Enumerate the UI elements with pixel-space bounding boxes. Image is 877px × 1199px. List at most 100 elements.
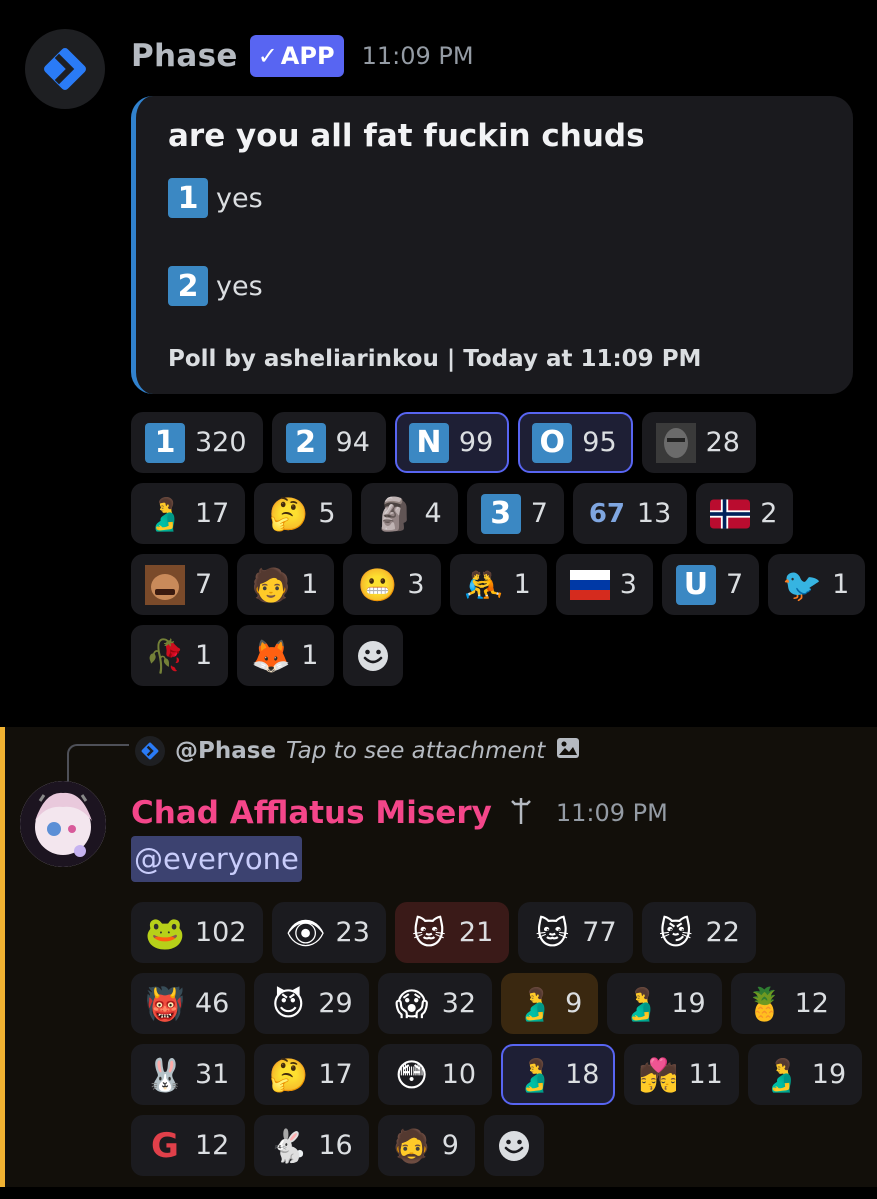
message-chad[interactable]: @Phase Tap to see attachment Chad Afflat… <box>0 727 877 1187</box>
reaction-row: 🥀 1 🦊 1 <box>131 625 831 686</box>
reaction-glowing-eyes-custom[interactable]: 😈 29 <box>254 973 369 1034</box>
reaction-count: 94 <box>335 427 370 458</box>
pregnant-man-emoji-3-icon: 🫃 <box>761 1055 802 1094</box>
smile-add-icon <box>498 1130 529 1161</box>
reaction-count: 19 <box>811 1059 847 1090</box>
everyone-mention[interactable]: @everyone <box>131 836 302 882</box>
add-reaction-button[interactable] <box>483 1115 544 1176</box>
reaction-count: 22 <box>705 917 740 948</box>
reaction-cat-custom[interactable]: 😼 22 <box>641 902 756 963</box>
reaction-russia-flag-emoji[interactable]: 3 <box>555 554 653 615</box>
eye-emoji-icon: 👁 <box>285 913 326 952</box>
reaction-kiss-emoji[interactable]: 💏 11 <box>624 1044 739 1105</box>
reaction-moai-emoji[interactable]: 🗿 4 <box>360 483 458 544</box>
reaction-count: 9 <box>441 1130 459 1161</box>
phase-logo-icon <box>135 736 165 766</box>
reaction-mario-custom[interactable]: 🧑 1 <box>237 554 335 615</box>
reaction-bar: 🐸 102 👁 23 🐱 21 🐱 77 😼 22 👹 46 😈 29 😱 32 🫃 9 🫃 19 🍍 12 🐰 31 🤔 17 😳… <box>131 902 863 1186</box>
bird-custom-icon: 🐦 <box>782 565 823 604</box>
reaction-keycap-1[interactable]: 1 320 <box>131 412 263 473</box>
reaction-rabbit-custom[interactable]: 🐇 16 <box>254 1115 369 1176</box>
reaction-face-photo-custom[interactable]: 28 <box>641 412 756 473</box>
thinking-face-emoji-icon: 🤔 <box>268 494 309 533</box>
reaction-googly-face-custom[interactable]: 😳 10 <box>377 1044 493 1105</box>
letter-o-icon: O <box>532 422 573 463</box>
reaction-sixty-seven-custom[interactable]: 67 13 <box>572 483 688 544</box>
reaction-bird-custom[interactable]: 🐦 1 <box>768 554 866 615</box>
reaction-cat-notification-custom-2[interactable]: 🐱 77 <box>518 902 633 963</box>
reaction-norway-flag-emoji[interactable]: 2 <box>696 483 794 544</box>
chad-avatar[interactable] <box>20 781 106 867</box>
username[interactable]: Phase <box>131 38 238 74</box>
stewie-custom-icon: 😬 <box>357 565 398 604</box>
reaction-count: 21 <box>458 917 494 948</box>
reaction-count: 102 <box>195 917 247 948</box>
reaction-pregnant-man-emoji[interactable]: 🫃 9 <box>501 973 599 1034</box>
message-phase[interactable]: Phase ✓ APP 11:09 PM are you all fat fuc… <box>0 0 877 727</box>
username[interactable]: Chad Afflatus Misery <box>131 795 492 831</box>
reaction-thinking-face-emoji[interactable]: 🤔 17 <box>254 1044 369 1105</box>
reaction-sleeping-pregnant-custom[interactable]: 🫃 18 <box>501 1044 616 1105</box>
reaction-letter-n[interactable]: N 99 <box>394 412 510 473</box>
reaction-g-logo-custom[interactable]: G 12 <box>131 1115 246 1176</box>
reply-username: @Phase <box>175 738 277 764</box>
add-reaction-button[interactable] <box>343 625 404 686</box>
reaction-pineapple-emoji[interactable]: 🍍 12 <box>730 973 845 1034</box>
reaction-stewie-custom[interactable]: 😬 3 <box>343 554 441 615</box>
reaction-count: 23 <box>335 917 370 948</box>
pepe-custom-icon: 🐸 <box>145 913 185 952</box>
letter-n-icon: N <box>408 422 449 463</box>
reaction-eye-emoji[interactable]: 👁 23 <box>271 902 386 963</box>
reaction-bald-man-custom[interactable]: 🧔 9 <box>377 1115 475 1176</box>
phase-avatar[interactable] <box>25 29 105 109</box>
reaction-anime-girl-custom[interactable]: 🦊 1 <box>237 625 335 686</box>
reaction-count: 28 <box>705 427 740 458</box>
reaction-letter-o[interactable]: O 95 <box>518 412 633 473</box>
reaction-screaming-custom[interactable]: 😱 32 <box>377 973 493 1034</box>
keycap-1-icon: 1 <box>168 178 208 218</box>
reaction-letter-u[interactable]: U7 <box>661 554 760 615</box>
reaction-pregnant-man-emoji[interactable]: 🫃 17 <box>131 483 246 544</box>
timestamp: 11:09 PM <box>361 42 474 70</box>
reaction-pregnant-man-emoji-2[interactable]: 🫃 19 <box>607 973 722 1034</box>
reaction-row: 7 🧑 1 😬 3 🤼 1 3 U 7 🐦 1 <box>131 554 866 615</box>
reaction-wrestlers-emoji[interactable]: 🤼 1 <box>449 554 547 615</box>
timestamp: 11:09 PM <box>555 799 668 827</box>
reaction-count: 13 <box>636 498 672 529</box>
reaction-man-face-custom[interactable]: 7 <box>131 554 229 615</box>
poll-option: 2 yes <box>168 266 263 306</box>
reaction-keycap-2[interactable]: 2 94 <box>271 412 386 473</box>
reaction-red-eyes-custom[interactable]: 👹 46 <box>131 973 246 1034</box>
man-face-custom-icon <box>145 564 185 605</box>
reaction-count: 7 <box>530 498 548 529</box>
phase-logo-icon <box>44 48 86 90</box>
reaction-thinking-face-emoji[interactable]: 🤔 5 <box>254 483 352 544</box>
reaction-keycap-3[interactable]: 37 <box>466 483 564 544</box>
reaction-pepe-custom[interactable]: 🐸 102 <box>131 902 263 963</box>
pregnant-man-emoji-icon: 🫃 <box>145 494 185 533</box>
reaction-count: 17 <box>318 1059 353 1090</box>
thinking-face-emoji-icon: 🤔 <box>268 1055 309 1094</box>
reaction-count: 12 <box>794 988 829 1019</box>
reaction-count: 12 <box>195 1130 230 1161</box>
g-logo-custom-icon: G <box>151 1125 179 1166</box>
bald-man-custom-icon: 🧔 <box>391 1126 432 1165</box>
reaction-cat-notification-custom[interactable]: 🐱 21 <box>394 902 510 963</box>
dagger-icon <box>506 796 536 830</box>
check-icon: ✓ <box>257 42 278 70</box>
reaction-count: 18 <box>565 1059 600 1090</box>
reaction-bunny-notification-custom[interactable]: 🐰 31 <box>131 1044 246 1105</box>
norway-flag-emoji-icon <box>710 494 751 534</box>
keycap-1-icon: 1 <box>145 422 185 463</box>
message-header: Phase ✓ APP 11:09 PM <box>131 34 474 78</box>
reaction-count: 11 <box>688 1059 723 1090</box>
googly-face-custom-icon: 😳 <box>395 1055 429 1094</box>
reply-preview[interactable]: @Phase Tap to see attachment <box>135 733 581 769</box>
message-header: Chad Afflatus Misery 11:09 PM <box>131 791 668 835</box>
reaction-count: 99 <box>458 427 494 458</box>
reaction-wilted-flower-emoji[interactable]: 🥀 1 <box>131 625 229 686</box>
reaction-row: 🐸 102 👁 23 🐱 21 🐱 77 😼 22 <box>131 902 851 963</box>
reaction-count: 3 <box>619 569 637 600</box>
reaction-pregnant-man-emoji-3[interactable]: 🫃 19 <box>747 1044 863 1105</box>
reaction-count: 16 <box>318 1130 353 1161</box>
